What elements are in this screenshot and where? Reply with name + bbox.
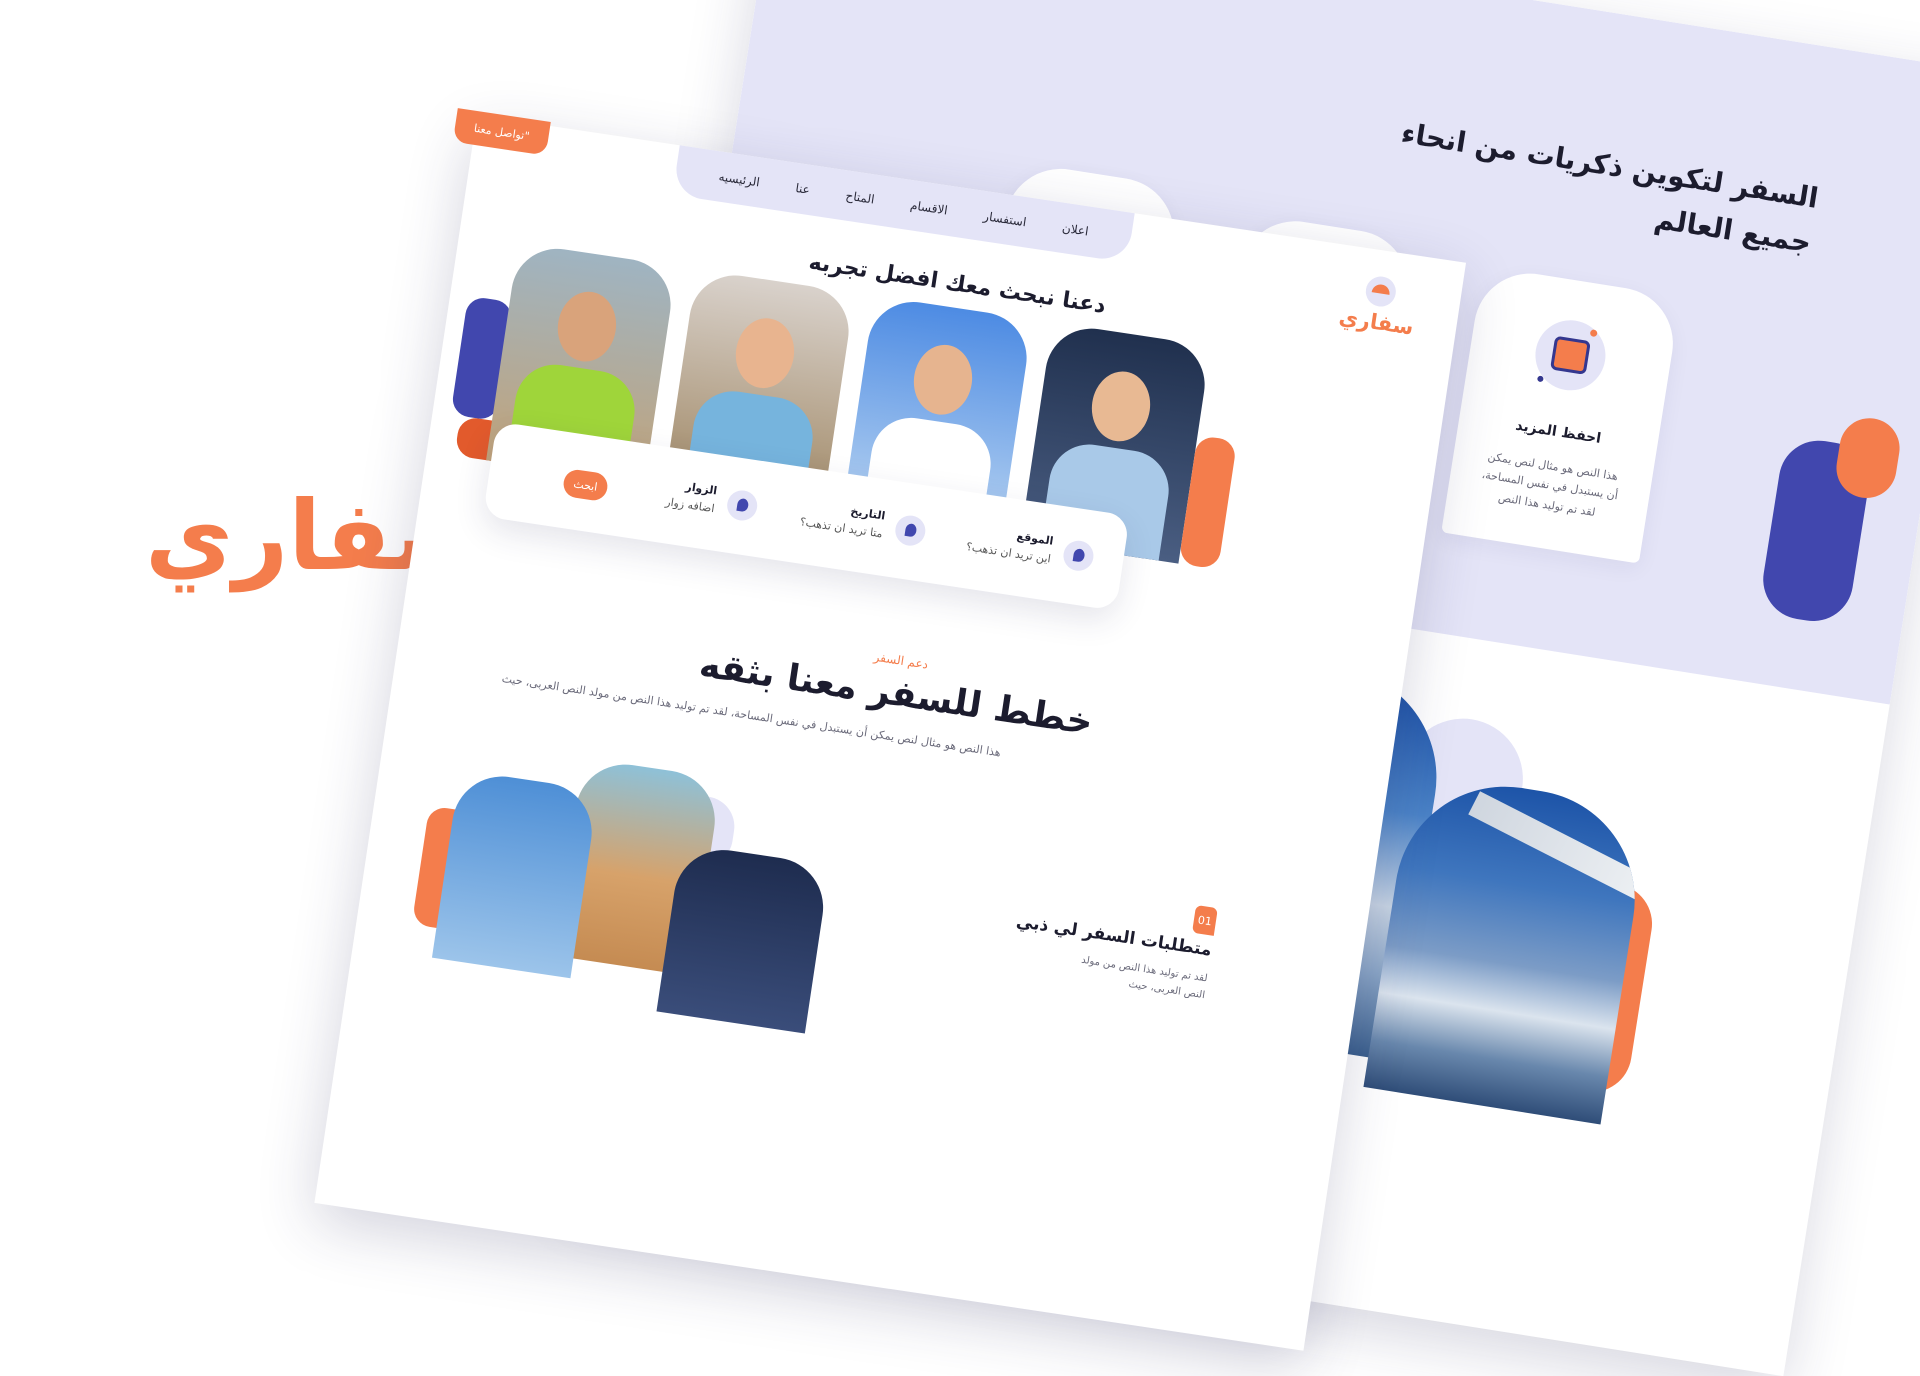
- location-pin-icon: [1061, 538, 1096, 573]
- search-date-label: التاريخ: [849, 504, 887, 523]
- front-page-preview: سفاري الرئيسيه عنا المتاح الاقسام استفسا…: [314, 108, 1467, 1351]
- burj-khalifa-photo: [431, 769, 599, 979]
- calendar-icon: [893, 513, 928, 548]
- umbrella-icon: [1363, 274, 1398, 309]
- nav-item-inquiry[interactable]: استفسار: [982, 209, 1027, 229]
- step-number-badge: 01: [1191, 904, 1218, 936]
- feature-card-description: هذا النص هو مثال لنص يمكن أن يستبدل في ن…: [1480, 449, 1619, 519]
- step-title: متطلبات السفر لي ذبي: [1014, 911, 1214, 961]
- search-guests-label: الزوار: [684, 479, 719, 498]
- search-guests-placeholder: اضافه زوار: [664, 495, 716, 516]
- nav-item-announcement[interactable]: اعلان: [1061, 221, 1089, 239]
- search-field-guests[interactable]: الزوار اضافه زوار: [641, 475, 760, 523]
- nav-item-about[interactable]: عنا: [795, 181, 811, 197]
- search-field-location[interactable]: الموقع اين تريد ان تذهب؟: [937, 519, 1096, 573]
- search-location-label: الموقع: [1015, 529, 1055, 548]
- eiffel-tower-photo: [656, 843, 830, 1034]
- nav-item-sections[interactable]: الاقسام: [909, 198, 948, 217]
- nav-item-available[interactable]: المتاح: [845, 188, 876, 206]
- search-button[interactable]: ابحث: [561, 468, 610, 503]
- contact-button[interactable]: تواصل معنا": [452, 108, 551, 156]
- nav-item-home[interactable]: الرئيسيه: [718, 169, 761, 189]
- save-icon: [1530, 315, 1611, 396]
- user-icon: [725, 488, 760, 523]
- search-field-date[interactable]: التاريخ متا تريد ان تذهب؟: [779, 496, 928, 548]
- feature-card-save-more: احفظ المزيد هذا النص هو مثال لنص يمكن أن…: [1441, 265, 1681, 564]
